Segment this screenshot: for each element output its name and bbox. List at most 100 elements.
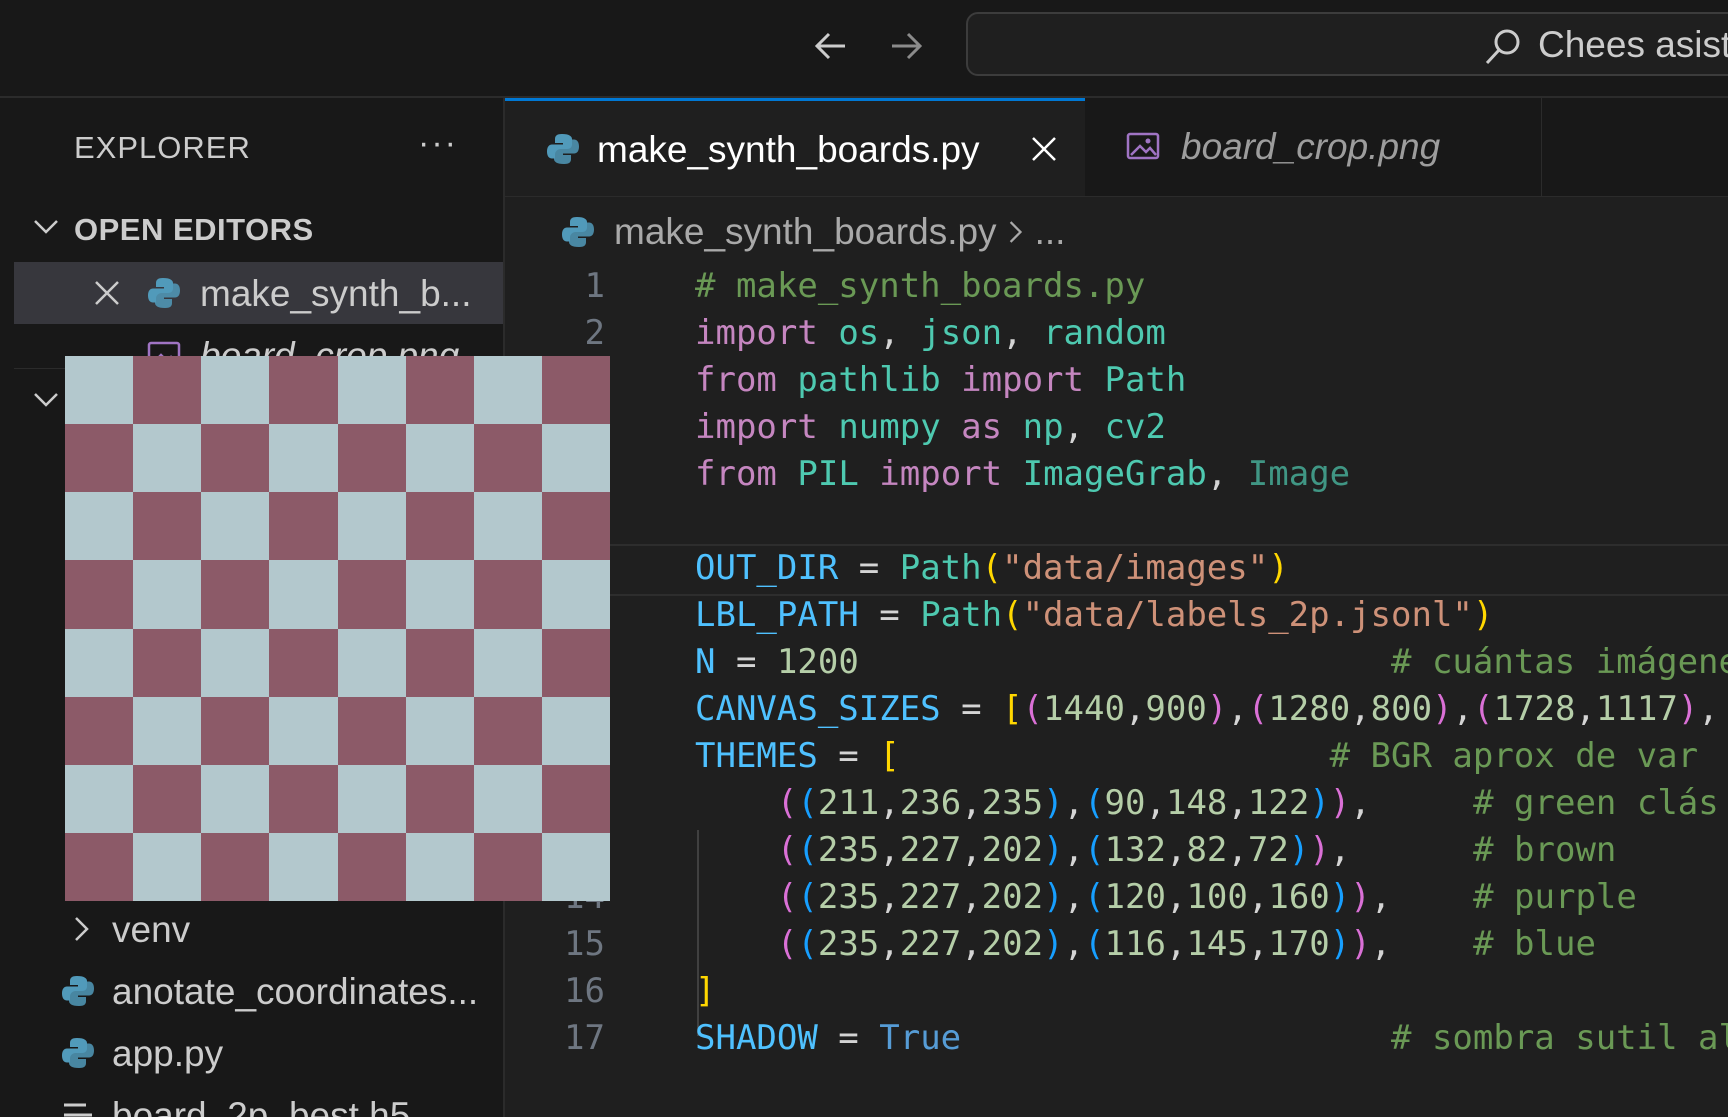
code-line: 4import numpy as np, cv2 — [505, 403, 1728, 455]
code-text: ((235,227,202),(116,145,170)), # blue — [776, 924, 1596, 964]
board-square — [269, 492, 338, 561]
open-editor-label: make_synth_b... — [200, 273, 472, 314]
open-editor-item-make-synth[interactable]: make_synth_b... — [14, 262, 503, 324]
back-button[interactable] — [803, 22, 859, 70]
board-square — [65, 492, 134, 561]
board-square — [473, 424, 542, 493]
code-text: ((235,227,202),(132,82,72)), # brown — [776, 830, 1617, 870]
arrow-left-icon — [814, 32, 845, 60]
line-number: 17 — [564, 1018, 605, 1058]
code-text: from PIL import ImageGrab, Image — [695, 454, 1351, 494]
board-square — [405, 560, 474, 629]
board-square — [201, 424, 270, 493]
chevron-right-icon — [1009, 221, 1022, 243]
file-label: board_2p_best.h5 — [112, 1095, 411, 1117]
breadcrumb-file[interactable]: make_synth_boards.py — [614, 211, 997, 253]
command-center-text: Chees asista — [1538, 24, 1728, 65]
code-text: THEMES = [ # BGR aprox de var — [695, 736, 1699, 776]
board-square — [541, 560, 610, 629]
explorer-title: EXPLORER — [74, 130, 251, 165]
board-square — [541, 832, 610, 901]
code-line: 13 ((235,227,202),(132,82,72)), # brown — [505, 826, 1728, 878]
board-square — [405, 764, 474, 833]
board-square — [201, 560, 270, 629]
code-line: 10CANVAS_SIZES = [(1440,900),(1280,800),… — [505, 685, 1728, 737]
file-item-board-h5[interactable]: board_2p_best.h5 — [14, 1084, 503, 1117]
file-item-app-py[interactable]: app.py — [14, 1022, 503, 1084]
board-square — [405, 492, 474, 561]
file-label: anotate_coordinates... — [112, 971, 479, 1012]
breadcrumb: make_synth_boards.py ... — [560, 208, 1065, 256]
arrow-right-icon — [892, 32, 923, 60]
line-number: 2 — [584, 313, 605, 353]
board-square — [133, 628, 202, 697]
board-square — [405, 356, 474, 425]
tab-label: board_crop.png — [1181, 126, 1441, 167]
board-square — [473, 492, 542, 561]
search-icon — [1485, 29, 1520, 65]
code-line-current: 7OUT_DIR = Path("data/images") — [505, 544, 1728, 596]
more-actions-button[interactable]: ··· — [418, 124, 458, 163]
code-line: 6 — [505, 497, 1728, 549]
open-editors-header[interactable]: OPEN EDITORS — [14, 204, 503, 252]
board-square — [405, 424, 474, 493]
command-center-search[interactable]: Chees asista — [966, 12, 1728, 76]
board-square — [65, 424, 134, 493]
code-text: # make_synth_boards.py — [695, 266, 1146, 306]
board-square — [201, 832, 270, 901]
tab-make-synth-boards[interactable]: make_synth_boards.py — [505, 98, 1085, 196]
board-square — [269, 764, 338, 833]
tab-board-crop[interactable]: board_crop.png — [1085, 98, 1542, 196]
code-editor[interactable]: 1 # make_synth_boards.py 2 import os, json… — [505, 262, 1728, 1117]
code-line: 8LBL_PATH = Path("data/labels_2p.jsonl") — [505, 591, 1728, 643]
code-text: ((211,236,235),(90,148,122)), # green cl… — [776, 783, 1719, 823]
forward-button[interactable] — [878, 22, 934, 70]
chevron-down-icon — [34, 393, 58, 407]
board-square — [541, 696, 610, 765]
board-square — [133, 696, 202, 765]
code-text: OUT_DIR = Path("data/images") — [695, 548, 1289, 588]
board-crop-preview — [65, 356, 610, 901]
board-square — [337, 560, 406, 629]
board-square — [473, 356, 542, 425]
line-number: 15 — [564, 924, 605, 964]
board-square — [133, 560, 202, 629]
board-square — [269, 832, 338, 901]
board-square — [65, 628, 134, 697]
code-line: 1 # make_synth_boards.py — [505, 262, 1728, 314]
board-square — [201, 764, 270, 833]
tab-label: make_synth_boards.py — [597, 129, 980, 170]
code-text: N = 1200 # cuántas imágenes — [695, 642, 1728, 682]
code-text: ] — [695, 971, 716, 1011]
board-square — [337, 764, 406, 833]
file-item-anotate-coordinates[interactable]: anotate_coordinates... — [14, 960, 503, 1022]
board-square — [269, 356, 338, 425]
file-lines-icon — [64, 1103, 92, 1117]
board-square — [201, 356, 270, 425]
file-label: app.py — [112, 1033, 224, 1074]
python-icon — [62, 976, 94, 1006]
board-square — [201, 696, 270, 765]
board-square — [405, 832, 474, 901]
code-line: 14 ((235,227,202),(120,100,160)), # purp… — [505, 873, 1728, 925]
code-line: 17 SHADOW = True # sombra sutil al — [505, 1014, 1728, 1066]
python-icon — [547, 134, 579, 164]
close-icon[interactable] — [1027, 132, 1061, 166]
board-square — [269, 628, 338, 697]
board-square — [337, 628, 406, 697]
file-item-venv[interactable]: venv — [14, 898, 503, 960]
board-square — [541, 492, 610, 561]
board-square — [65, 560, 134, 629]
board-square — [337, 424, 406, 493]
title-bar: Chees asista — [0, 0, 1728, 98]
line-number: 16 — [564, 971, 605, 1011]
close-icon[interactable] — [90, 276, 124, 310]
code-line: 11THEMES = [ # BGR aprox de var — [505, 732, 1728, 784]
board-square — [337, 832, 406, 901]
python-icon — [62, 1038, 94, 1068]
breadcrumb-more[interactable]: ... — [1035, 211, 1066, 253]
code-line: 15 ((235,227,202),(116,145,170)), # blue — [505, 920, 1728, 972]
board-square — [473, 832, 542, 901]
image-icon — [1126, 132, 1160, 160]
board-square — [405, 696, 474, 765]
